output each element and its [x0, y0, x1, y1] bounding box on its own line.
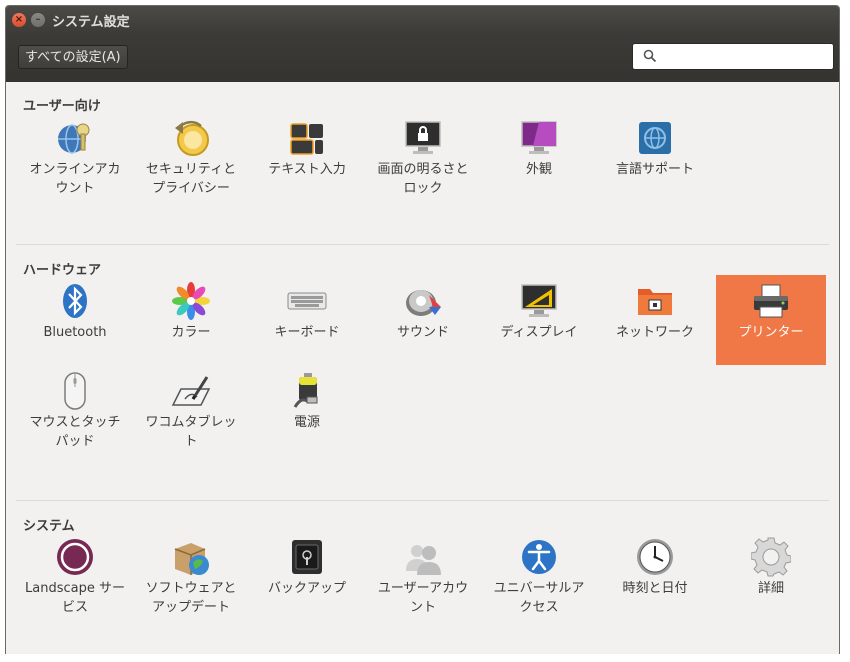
brightness-lock-icon — [405, 121, 441, 154]
item-sound[interactable]: サウンド — [368, 275, 478, 365]
titlebar[interactable]: × – システム設定 — [6, 6, 839, 34]
item-appearance[interactable]: 外観 — [484, 112, 594, 202]
item-label: 電源 — [293, 415, 320, 430]
item-clock[interactable]: 時刻と日付 — [600, 531, 710, 621]
item-display[interactable]: ディスプレイ — [484, 275, 594, 365]
item-label: 時刻と日付 — [622, 581, 688, 596]
item-keyboard[interactable]: キーボード — [252, 275, 362, 365]
section-divider — [16, 244, 829, 245]
clock-icon — [637, 539, 673, 575]
toolbar: すべての設定(A) — [6, 34, 839, 82]
item-network[interactable]: ネットワーク — [600, 275, 710, 365]
item-label: ユーザーアカウント — [377, 581, 469, 615]
item-label: ユニバーサルアクセス — [493, 581, 585, 615]
item-landscape[interactable]: Landscape サービス — [20, 531, 130, 621]
system-settings-window: × – システム設定 すべての設定(A) ユーザー向け オンラインアカウント セ… — [5, 5, 840, 659]
bluetooth-icon — [63, 284, 87, 318]
item-mouse-touchpad[interactable]: マウスとタッチパッド — [20, 365, 130, 455]
item-label: ソフトウェアとアップデート — [145, 581, 237, 615]
item-label: ワコムタブレット — [145, 415, 237, 449]
details-gear-icon — [751, 537, 791, 577]
item-label: オンラインアカウント — [29, 162, 121, 196]
keyboard-icon — [287, 292, 327, 310]
search-icon — [643, 49, 657, 63]
minimize-icon[interactable]: – — [31, 13, 45, 27]
search-input[interactable] — [661, 47, 830, 68]
mouse-icon — [64, 372, 86, 410]
item-text-entry[interactable]: テキスト入力 — [252, 112, 362, 202]
item-details[interactable]: 詳細 — [716, 531, 826, 621]
display-icon — [521, 284, 557, 317]
item-software-updates[interactable]: ソフトウェアとアップデート — [136, 531, 246, 621]
page-background — [0, 654, 850, 662]
item-bluetooth[interactable]: Bluetooth — [20, 275, 130, 365]
item-label: 言語サポート — [615, 162, 694, 177]
backup-icon — [292, 540, 322, 574]
user-accounts-icon — [406, 545, 441, 575]
item-color[interactable]: カラー — [136, 275, 246, 365]
item-label: 詳細 — [757, 581, 784, 596]
item-security-privacy[interactable]: セキュリティとプライバシー — [136, 112, 246, 202]
section-divider — [16, 500, 829, 501]
item-language-support[interactable]: 言語サポート — [600, 112, 710, 202]
item-label: キーボード — [274, 325, 340, 340]
printer-icon — [754, 284, 788, 318]
item-user-accounts[interactable]: ユーザーアカウント — [368, 531, 478, 621]
item-power[interactable]: 電源 — [252, 365, 362, 455]
item-online-accounts[interactable]: オンラインアカウント — [20, 112, 130, 202]
software-updates-icon — [174, 543, 209, 575]
wacom-tablet-icon — [171, 376, 211, 406]
sound-icon — [406, 290, 441, 316]
item-label: バックアップ — [267, 581, 346, 596]
item-label: サウンド — [396, 325, 449, 340]
item-label: 画面の明るさとロック — [377, 162, 469, 196]
all-settings-button[interactable]: すべての設定(A) — [18, 45, 128, 69]
item-label: ディスプレイ — [500, 325, 578, 340]
item-printer[interactable]: プリンター — [716, 275, 826, 365]
item-label: プリンター — [738, 325, 804, 340]
item-label: マウスとタッチパッド — [29, 415, 121, 449]
close-icon[interactable]: × — [12, 13, 26, 27]
item-label: 外観 — [525, 162, 552, 177]
security-privacy-icon — [175, 121, 209, 156]
settings-content: ユーザー向け オンラインアカウント セキュリティとプライバシー テキスト入力 画… — [6, 82, 839, 658]
search-box[interactable] — [632, 43, 834, 70]
language-support-icon — [639, 122, 671, 154]
network-icon — [638, 289, 672, 315]
color-icon — [172, 282, 210, 320]
item-wacom-tablet[interactable]: ワコムタブレット — [136, 365, 246, 455]
appearance-icon — [521, 121, 557, 154]
online-accounts-icon — [58, 123, 90, 154]
item-label: セキュリティとプライバシー — [145, 162, 237, 196]
universal-access-icon — [522, 540, 556, 574]
item-backup[interactable]: バックアップ — [252, 531, 362, 621]
item-label: カラー — [171, 325, 211, 340]
item-label: ネットワーク — [615, 325, 694, 340]
window-title: システム設定 — [52, 15, 130, 30]
item-universal-access[interactable]: ユニバーサルアクセス — [484, 531, 594, 621]
item-brightness-lock[interactable]: 画面の明るさとロック — [368, 112, 478, 202]
item-label: Bluetooth — [43, 325, 107, 340]
power-icon — [293, 373, 318, 408]
item-label: テキスト入力 — [268, 162, 346, 177]
item-label: Landscape サービス — [25, 581, 125, 615]
landscape-icon — [57, 539, 93, 575]
text-entry-icon — [290, 123, 323, 155]
